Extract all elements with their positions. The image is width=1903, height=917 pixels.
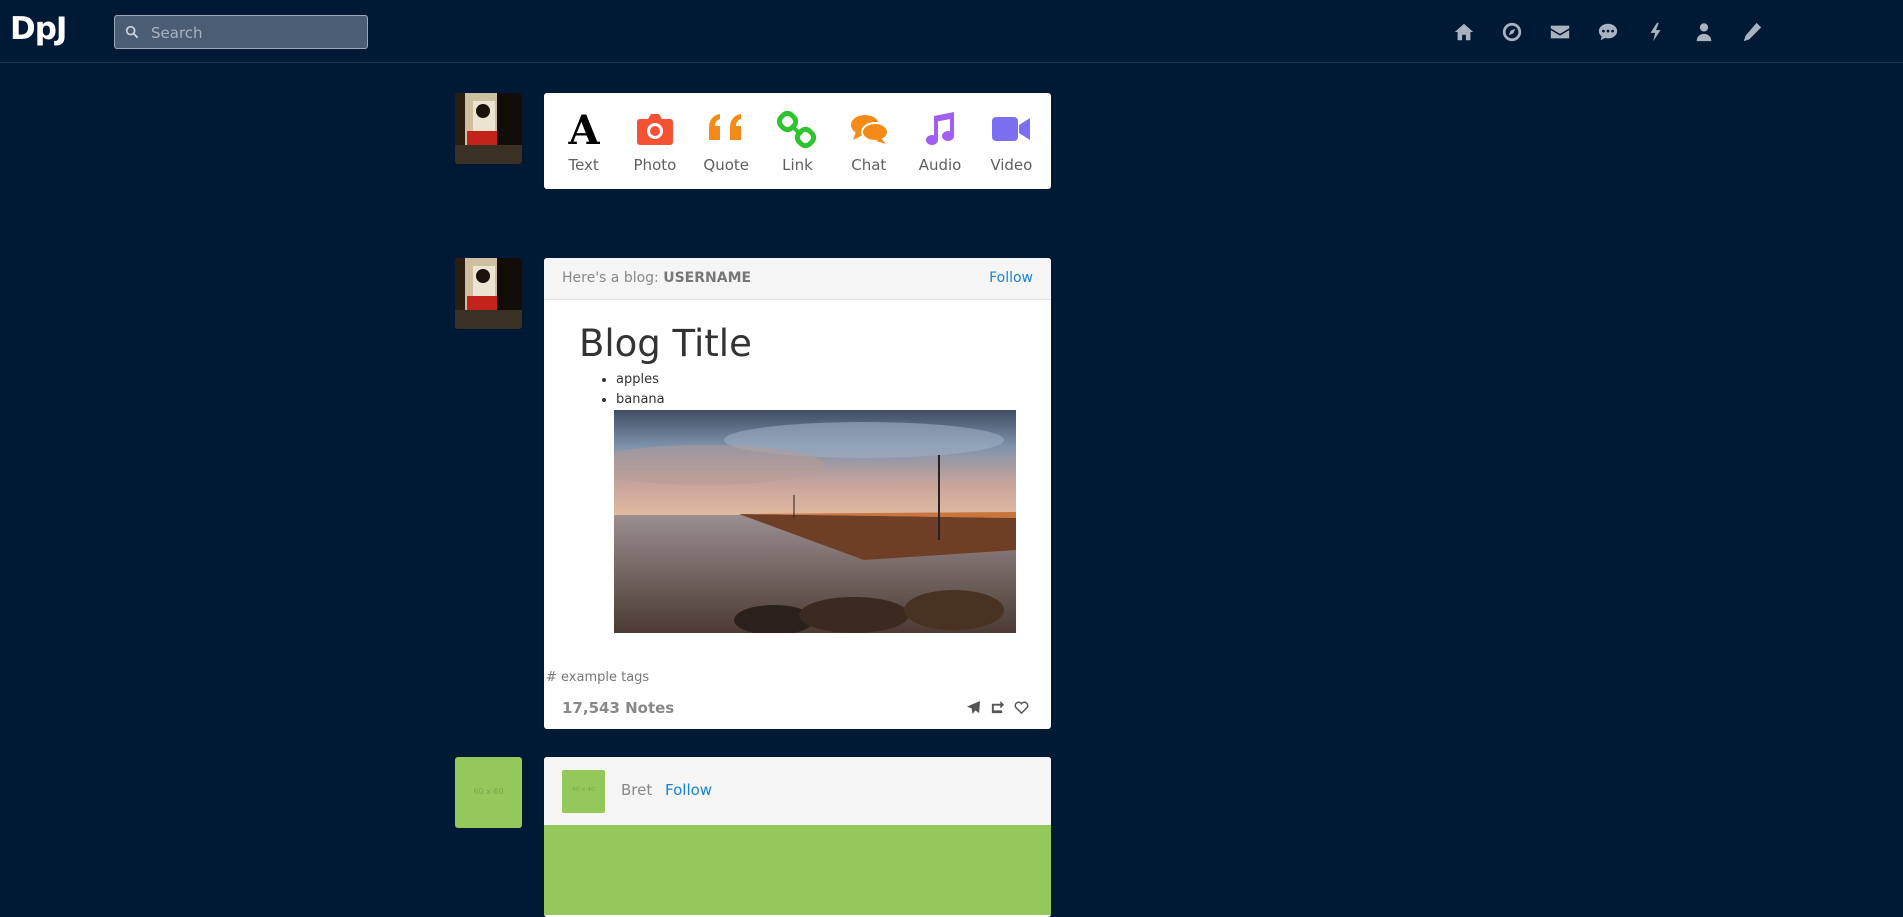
search-icon — [125, 25, 139, 39]
nav-messages[interactable] — [1584, 20, 1632, 44]
nav-account[interactable] — [1680, 20, 1728, 44]
post-list: apples banana — [602, 370, 665, 410]
list-item: banana — [616, 390, 665, 410]
post-header: Here's a blog: USERNAME Follow — [544, 258, 1051, 300]
post2-mini-avatar[interactable]: 40 x 40 — [562, 770, 605, 813]
post2-image — [544, 825, 1051, 915]
compass-icon — [1502, 22, 1522, 42]
logo[interactable]: DpJ — [10, 11, 67, 47]
list-item: apples — [616, 370, 665, 390]
quote-icon — [709, 114, 742, 140]
post2-header: 40 x 40 Bret Follow — [544, 757, 1051, 825]
nav-inbox[interactable] — [1536, 20, 1584, 44]
video-icon — [992, 117, 1031, 141]
post-type-chat[interactable]: Chat — [834, 108, 904, 174]
nav-compose[interactable] — [1728, 20, 1776, 44]
lightning-icon — [1650, 22, 1661, 42]
post-username[interactable]: USERNAME — [663, 270, 751, 286]
post-card: Here's a blog: USERNAME Follow Blog Titl… — [544, 258, 1051, 729]
post-actions — [966, 700, 1029, 715]
user-avatar[interactable] — [455, 93, 522, 164]
avatar-placeholder-text: 60 x 60 — [473, 787, 504, 796]
home-icon — [1454, 23, 1474, 41]
pier-sunset-image — [614, 410, 1016, 633]
avatar-image — [455, 93, 522, 164]
user-icon — [1696, 23, 1712, 42]
nav-explore[interactable] — [1488, 20, 1536, 44]
post-title: Blog Title — [579, 322, 752, 365]
svg-text:A: A — [567, 108, 600, 150]
post-tags[interactable]: # example tags — [546, 670, 649, 685]
post-author-avatar[interactable] — [455, 258, 522, 329]
post2-follow-button[interactable]: Follow — [665, 781, 712, 799]
top-bar: DpJ — [0, 0, 1903, 63]
chat-icon — [850, 115, 889, 144]
follow-button[interactable]: Follow — [989, 270, 1033, 286]
post-type-bar: A Text Photo Quote Link Chat Audio Video — [544, 93, 1051, 189]
link-icon — [777, 110, 817, 149]
post-type-video[interactable]: Video — [976, 108, 1046, 174]
avatar-image — [455, 258, 522, 329]
mail-icon — [1550, 25, 1570, 39]
chat-bubble-icon — [1598, 23, 1618, 41]
text-icon: A — [567, 108, 600, 150]
pencil-icon — [1743, 22, 1762, 42]
post2-card: 40 x 40 Bret Follow — [544, 757, 1051, 917]
post2-author-avatar[interactable]: 60 x 60 — [455, 757, 522, 828]
main-nav — [1440, 20, 1776, 44]
post-intro: Here's a blog: — [562, 270, 659, 286]
post-type-link[interactable]: Link — [762, 108, 832, 174]
reblog-icon[interactable] — [990, 700, 1005, 715]
post-type-text[interactable]: A Text — [549, 108, 619, 174]
notes-count[interactable]: 17,543 Notes — [562, 699, 674, 717]
music-icon — [926, 112, 955, 146]
nav-activity[interactable] — [1632, 20, 1680, 44]
heart-icon[interactable] — [1014, 700, 1029, 715]
post-photo[interactable] — [614, 410, 1016, 633]
search-box[interactable] — [114, 15, 368, 50]
post-type-quote[interactable]: Quote — [691, 108, 761, 174]
nav-home[interactable] — [1440, 20, 1488, 44]
send-icon[interactable] — [966, 700, 981, 715]
camera-icon — [636, 114, 673, 145]
post-type-audio[interactable]: Audio — [905, 108, 975, 174]
mini-avatar-placeholder-text: 40 x 40 — [572, 786, 595, 793]
post-type-photo[interactable]: Photo — [620, 108, 690, 174]
search-input[interactable] — [149, 16, 363, 50]
post2-username[interactable]: Bret — [621, 781, 652, 799]
